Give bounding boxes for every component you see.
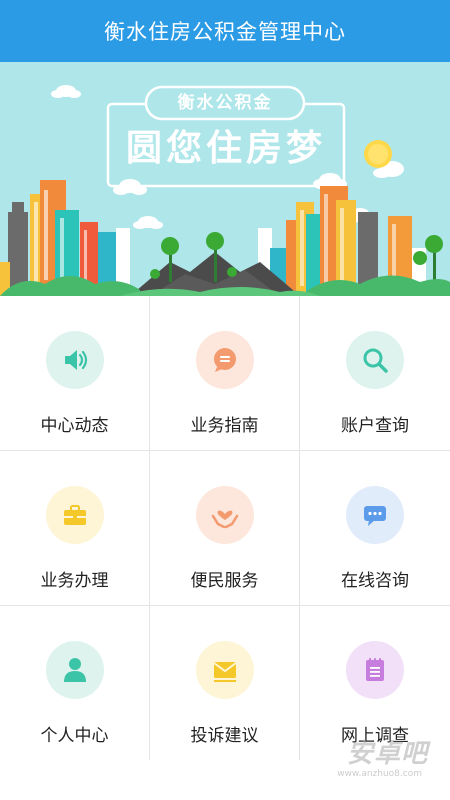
app-header: 衡水住房公积金管理中心 [0, 0, 450, 62]
grid-item-account-query[interactable]: 账户查询 [300, 296, 450, 450]
search-icon [363, 348, 388, 373]
grid-item-business-guide[interactable]: 业务指南 [150, 296, 299, 450]
banner[interactable]: 衡水公积金 圆您住房梦 [0, 62, 450, 296]
grid-item-complaint-suggestion[interactable]: 投诉建议 [150, 606, 299, 760]
grid-item-business-handling[interactable]: 业务办理 [0, 451, 149, 605]
grid-item-label: 投诉建议 [190, 726, 259, 746]
grid-item-personal-center[interactable]: 个人中心 [0, 606, 149, 760]
page-title: 衡水住房公积金管理中心 [104, 20, 346, 44]
person-icon [63, 658, 86, 682]
message-icon [364, 506, 386, 526]
briefcase-icon [63, 505, 86, 525]
grid-item-label: 业务指南 [190, 416, 259, 436]
banner-tag: 衡水公积金 [177, 93, 273, 113]
watermark-logo: 安卓吧 [346, 739, 428, 769]
envelope-icon [212, 662, 237, 682]
notepad-icon [366, 658, 384, 681]
grid-item-convenience-service[interactable]: 便民服务 [150, 451, 299, 605]
grid-item-label: 在线咨询 [341, 571, 409, 591]
grid-item-label: 账户查询 [341, 416, 409, 436]
sun-icon [364, 140, 392, 168]
service-grid: 中心动态 业务指南 账户查询 业务办理 便民服务 在线咨询 个人中心 投诉建议 … [0, 296, 450, 760]
grid-item-label: 个人中心 [40, 726, 109, 746]
grid-item-label: 中心动态 [40, 416, 109, 436]
banner-slogan: 圆您住房梦 [125, 128, 326, 169]
grid-item-label: 便民服务 [190, 571, 259, 591]
grid-item-online-consult[interactable]: 在线咨询 [300, 451, 450, 605]
speaker-icon [64, 350, 87, 370]
grid-item-label: 业务办理 [40, 571, 109, 591]
grid-item-center-news[interactable]: 中心动态 [0, 296, 149, 450]
heart-hands-icon [211, 510, 238, 529]
chat-bubble-icon [213, 348, 236, 372]
watermark-url: www.anzhuo8.com [337, 769, 422, 779]
